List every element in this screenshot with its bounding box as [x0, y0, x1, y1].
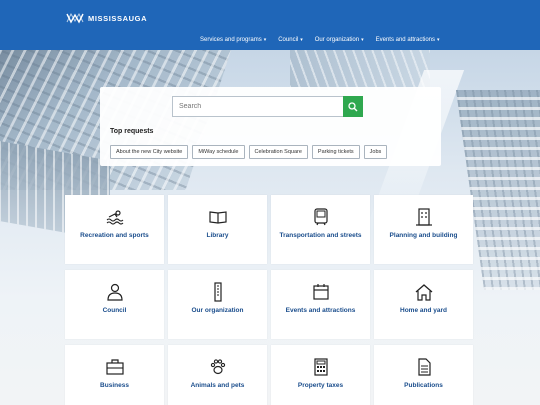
logo-text: MISSISSAUGA [88, 13, 148, 23]
main-nav: Services and programs ▾ Council ▾ Our orga… [200, 37, 440, 43]
calendar-icon [312, 284, 329, 300]
chevron-down-icon: ▾ [263, 37, 267, 43]
search-icon [348, 101, 358, 111]
home-icon [415, 284, 432, 301]
document-icon [417, 358, 431, 376]
tile-label: Planning and building [389, 232, 458, 239]
tile-label: Animals and pets [190, 382, 245, 389]
tile-transportation-and-streets[interactable]: Transportation and streets [271, 195, 370, 264]
nav-services[interactable]: Services and programs ▾ [200, 37, 266, 43]
hero-building-image [290, 50, 430, 90]
nav-council[interactable]: Council ▾ [278, 37, 303, 43]
tile-label: Home and yard [400, 307, 447, 314]
tile-library[interactable]: Library [168, 195, 267, 264]
tile-label: Property taxes [297, 382, 344, 389]
nav-label: Services and programs [200, 37, 262, 43]
nav-our-organization[interactable]: Our organization ▾ [315, 37, 364, 43]
nav-events[interactable]: Events and attractions ▾ [376, 37, 440, 43]
tile-business[interactable]: Business [65, 345, 164, 405]
chevron-down-icon: ▾ [300, 37, 303, 43]
book-icon [208, 211, 227, 224]
top-requests-title: Top requests [110, 128, 154, 135]
person-icon [106, 283, 123, 301]
chevron-down-icon: ▾ [361, 37, 364, 43]
tile-recreation-and-sports[interactable]: Recreation and sports [65, 195, 164, 264]
tile-label: Recreation and sports [80, 232, 149, 239]
building-icon [415, 208, 432, 226]
tile-our-organization[interactable]: Our organization [168, 270, 267, 339]
chip-jobs[interactable]: Jobs [363, 145, 388, 159]
chip-celebration-square[interactable]: Celebration Square [248, 145, 308, 159]
tile-label: Our organization [191, 307, 244, 314]
site-logo[interactable]: MISSISSAUGA [66, 12, 147, 24]
search-panel: Top requests About the new City website … [100, 87, 441, 166]
tile-label: Library [206, 232, 229, 239]
tile-council[interactable]: Council [65, 270, 164, 339]
swimmer-icon [106, 210, 123, 225]
briefcase-icon [105, 359, 124, 375]
chip-new-website[interactable]: About the new City website [110, 145, 189, 159]
tile-animals-and-pets[interactable]: Animals and pets [168, 345, 267, 405]
search-input[interactable] [172, 96, 343, 117]
nav-label: Events and attractions [375, 37, 435, 43]
top-requests-list: About the new City website MiWay schedul… [110, 145, 388, 159]
calculator-icon [313, 358, 328, 376]
search-bar [172, 96, 363, 117]
org-icon [213, 282, 222, 302]
paw-icon [210, 359, 225, 375]
service-tiles: Recreation and sports Library Transporta… [65, 195, 475, 405]
search-button[interactable] [343, 96, 363, 117]
nav-label: Council [278, 37, 299, 43]
logo-icon [66, 12, 84, 24]
tile-label: Council [102, 307, 127, 314]
nav-label: Our organization [314, 37, 360, 43]
tile-events-and-attractions[interactable]: Events and attractions [271, 270, 370, 339]
chip-parking-tickets[interactable]: Parking tickets [311, 145, 360, 159]
tile-property-taxes[interactable]: Property taxes [271, 345, 370, 405]
chevron-down-icon: ▾ [437, 37, 440, 43]
site-header: MISSISSAUGA Services and programs ▾ Counc… [0, 0, 540, 50]
tile-label: Events and attractions [285, 307, 356, 314]
bus-icon [313, 208, 328, 226]
tile-publications[interactable]: Publications [374, 345, 473, 405]
tile-label: Transportation and streets [279, 232, 362, 239]
tile-planning-and-building[interactable]: Planning and building [374, 195, 473, 264]
tile-label: Business [100, 382, 129, 389]
tile-label: Publications [404, 382, 443, 389]
tile-home-and-yard[interactable]: Home and yard [374, 270, 473, 339]
chip-miway-schedule[interactable]: MiWay schedule [192, 145, 245, 159]
